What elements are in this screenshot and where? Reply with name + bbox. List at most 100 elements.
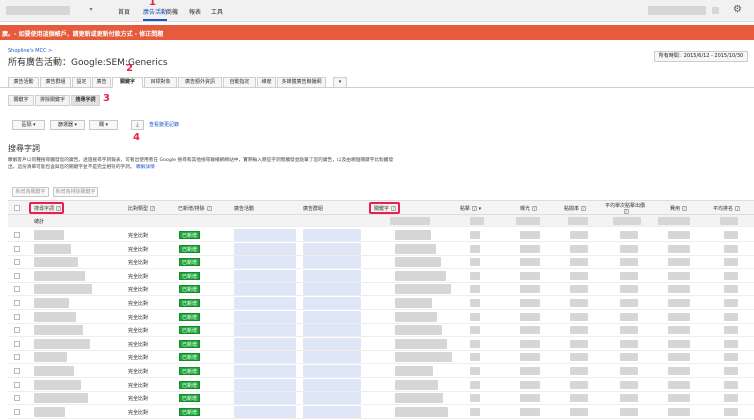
header-match-type[interactable]: 比對類型? bbox=[128, 205, 156, 212]
header-added-excluded[interactable]: 已新增/排除? bbox=[178, 205, 212, 212]
nav-tools[interactable]: 工具 bbox=[211, 7, 223, 16]
row-checkbox[interactable] bbox=[14, 354, 20, 361]
table-row[interactable]: 完全比對 已新增 bbox=[8, 256, 754, 270]
table-row[interactable]: 完全比對 已新增 bbox=[8, 365, 754, 378]
header-impressions[interactable]: 曝光? bbox=[520, 205, 538, 212]
tab-ad-groups[interactable]: 廣告群組 bbox=[40, 77, 71, 88]
breadcrumb[interactable]: Shopline's MCC > bbox=[8, 48, 52, 54]
help-icon[interactable]: ? bbox=[150, 206, 156, 211]
table-row[interactable]: 完全比對 已新增 bbox=[8, 297, 754, 310]
campaign-cell[interactable] bbox=[234, 351, 296, 364]
keyword-cell[interactable] bbox=[395, 406, 448, 417]
search-term-cell[interactable] bbox=[34, 352, 67, 363]
keyword-cell[interactable] bbox=[395, 311, 437, 322]
campaign-cell[interactable] bbox=[234, 310, 296, 323]
campaign-cell[interactable] bbox=[234, 256, 296, 269]
row-checkbox[interactable] bbox=[14, 340, 20, 347]
add-as-negative-keyword-button[interactable]: 新增為排除關鍵字 bbox=[53, 187, 98, 197]
nav-opportunities[interactable]: 商機 bbox=[166, 7, 178, 16]
header-ctr[interactable]: 點閱率? bbox=[564, 205, 587, 212]
tab-campaigns[interactable]: 廣告活動 bbox=[8, 77, 39, 88]
tab-auto-targets[interactable]: 自動指定 bbox=[223, 77, 256, 88]
row-checkbox[interactable] bbox=[14, 327, 20, 334]
table-row[interactable]: 完全比對 已新增 bbox=[8, 324, 754, 338]
help-icon[interactable]: ? bbox=[206, 206, 212, 211]
select-all-checkbox[interactable] bbox=[14, 205, 20, 211]
columns-dropdown[interactable]: 欄 ▾ bbox=[89, 120, 118, 130]
ad-group-cell[interactable] bbox=[303, 405, 361, 418]
learn-more-link[interactable]: 瞭解詳情 bbox=[136, 165, 155, 170]
table-row[interactable]: 完全比對 已新增 bbox=[8, 392, 754, 406]
campaign-cell[interactable] bbox=[234, 392, 296, 405]
table-row[interactable]: 完全比對 已新增 bbox=[8, 269, 754, 283]
search-term-cell[interactable] bbox=[34, 393, 88, 404]
tabs-more-dropdown[interactable]: ▾ bbox=[333, 77, 347, 88]
row-checkbox[interactable] bbox=[14, 300, 20, 306]
row-checkbox[interactable] bbox=[14, 232, 20, 238]
add-as-keyword-button[interactable]: 新增為關鍵字 bbox=[12, 187, 49, 197]
ad-group-cell[interactable] bbox=[303, 229, 361, 241]
filter-dropdown[interactable]: 篩選器 ▾ bbox=[50, 120, 85, 130]
tab-display-network[interactable]: 多媒體廣告聯播網 bbox=[277, 77, 326, 88]
campaign-cell[interactable] bbox=[234, 297, 296, 309]
tab-ad-extensions[interactable]: 廣告額外資訊 bbox=[178, 77, 222, 88]
chevron-down-icon[interactable]: ▾ bbox=[86, 6, 96, 16]
header-campaign[interactable]: 廣告活動 bbox=[234, 205, 254, 212]
gear-icon[interactable]: ⚙ bbox=[733, 4, 742, 15]
table-row[interactable]: 完全比對 已新增 bbox=[8, 283, 754, 297]
search-term-cell[interactable] bbox=[34, 270, 85, 281]
table-row[interactable]: 完全比對 已新增 bbox=[8, 351, 754, 365]
campaign-cell[interactable] bbox=[234, 365, 296, 377]
keyword-cell[interactable] bbox=[395, 366, 433, 376]
header-ad-group[interactable]: 廣告群組 bbox=[303, 205, 323, 212]
subtab-keywords[interactable]: 關鍵字 bbox=[8, 95, 34, 106]
keyword-cell[interactable] bbox=[395, 393, 443, 404]
campaign-cell[interactable] bbox=[234, 378, 296, 391]
download-icon[interactable]: ⤓ bbox=[131, 120, 144, 130]
search-term-cell[interactable] bbox=[34, 366, 74, 376]
ad-group-cell[interactable] bbox=[303, 269, 361, 282]
table-row[interactable]: 完全比對 已新增 bbox=[8, 378, 754, 392]
search-term-cell[interactable] bbox=[34, 230, 64, 240]
ad-group-cell[interactable] bbox=[303, 337, 361, 350]
keyword-cell[interactable] bbox=[395, 379, 438, 390]
date-range-selector[interactable]: 所有時間：2015/6/12 - 2015/10/30 bbox=[654, 51, 748, 62]
row-checkbox[interactable] bbox=[14, 368, 20, 374]
tab-keywords[interactable]: 關鍵字 bbox=[112, 77, 143, 88]
keyword-cell[interactable] bbox=[395, 243, 436, 254]
account-selector[interactable] bbox=[6, 6, 70, 15]
table-row[interactable]: 完全比對 已新增 bbox=[8, 310, 754, 324]
tab-audiences[interactable]: 目標對象 bbox=[144, 77, 177, 88]
tab-dimensions[interactable]: 維度 bbox=[257, 77, 276, 88]
subtab-search-terms[interactable]: 搜尋字詞 bbox=[71, 95, 100, 106]
search-term-cell[interactable] bbox=[34, 379, 81, 390]
help-icon[interactable]: ? bbox=[623, 209, 629, 214]
table-row[interactable]: 完全比對 已新增 bbox=[8, 405, 754, 419]
row-checkbox[interactable] bbox=[14, 313, 20, 320]
notification-indicator[interactable] bbox=[712, 7, 719, 14]
campaign-cell[interactable] bbox=[234, 242, 296, 255]
segment-dropdown[interactable]: 區隔 ▾ bbox=[12, 120, 45, 130]
row-checkbox[interactable] bbox=[14, 286, 20, 293]
campaign-cell[interactable] bbox=[234, 324, 296, 337]
search-term-cell[interactable] bbox=[34, 311, 76, 322]
keyword-cell[interactable] bbox=[395, 257, 441, 268]
search-term-cell[interactable] bbox=[34, 243, 71, 254]
row-checkbox[interactable] bbox=[14, 245, 20, 252]
ad-group-cell[interactable] bbox=[303, 297, 361, 309]
header-cost[interactable]: 費用? bbox=[670, 205, 688, 212]
nav-home[interactable]: 首頁 bbox=[118, 7, 130, 16]
ad-group-cell[interactable] bbox=[303, 351, 361, 364]
header-avg-cpc[interactable]: 平均單次點擊出價? bbox=[605, 203, 645, 215]
ad-group-cell[interactable] bbox=[303, 310, 361, 323]
search-term-cell[interactable] bbox=[34, 284, 92, 295]
tab-ads[interactable]: 廣告 bbox=[92, 77, 111, 88]
table-row[interactable]: 完全比對 已新增 bbox=[8, 229, 754, 242]
help-icon[interactable]: ? bbox=[472, 206, 478, 211]
campaign-cell[interactable] bbox=[234, 283, 296, 296]
row-checkbox[interactable] bbox=[14, 272, 20, 279]
search-term-cell[interactable] bbox=[34, 406, 65, 417]
user-account-info[interactable] bbox=[648, 6, 706, 15]
row-checkbox[interactable] bbox=[14, 381, 20, 388]
ad-group-cell[interactable] bbox=[303, 283, 361, 296]
